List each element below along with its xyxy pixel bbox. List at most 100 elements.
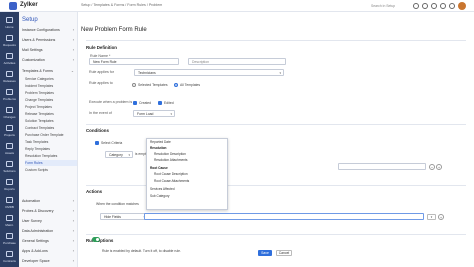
sidebar-item-survey[interactable]: User Survey › bbox=[22, 217, 76, 226]
rail-releases[interactable]: Releases bbox=[0, 68, 19, 88]
rule-applies-for-select[interactable]: Technicians ▾ bbox=[134, 69, 284, 76]
notification-icon[interactable] bbox=[422, 3, 428, 9]
top-bar: Zylker Setup / Templates & Forms / Form … bbox=[0, 0, 474, 12]
event-select[interactable]: Form Load ▾ bbox=[133, 110, 175, 117]
dropdown-group-label: Root Cause bbox=[150, 166, 168, 170]
sidebar-sub-custom-scripts[interactable]: Custom Scripts bbox=[25, 167, 77, 173]
sidebar-item-templates[interactable]: Templates & Forms ⌄ bbox=[22, 67, 76, 76]
chevron-right-icon: › bbox=[72, 28, 74, 32]
avatar[interactable] bbox=[458, 2, 466, 10]
sidebar-sub-contract-templates[interactable]: Contract Templates bbox=[25, 125, 77, 131]
dropdown-option[interactable]: Sub Category bbox=[150, 194, 170, 199]
radio-selected-templates[interactable] bbox=[132, 83, 136, 87]
created-checkbox-label: Created bbox=[139, 100, 152, 105]
dropdown-option[interactable]: Services Affected bbox=[150, 187, 175, 192]
select-criteria-checkbox[interactable] bbox=[95, 141, 99, 145]
sidebar-sub-problem-templates[interactable]: Problem Templates bbox=[25, 90, 77, 96]
app-logo-icon bbox=[9, 2, 17, 10]
event-label: In the event of bbox=[89, 111, 112, 115]
rail-requests[interactable]: Requests bbox=[0, 32, 19, 52]
reports-icon bbox=[6, 179, 13, 185]
releases-icon bbox=[6, 71, 13, 77]
sidebar-item-apps[interactable]: Apps & Add-ons › bbox=[22, 247, 76, 256]
rail-reports[interactable]: Reports bbox=[0, 176, 19, 196]
action-fields-input[interactable] bbox=[144, 213, 424, 220]
cancel-button[interactable]: Cancel bbox=[276, 250, 292, 256]
rail-projects[interactable]: Projects bbox=[0, 122, 19, 142]
sidebar-item-instance[interactable]: Instance Configurations › bbox=[22, 26, 76, 35]
sidebar-sub-solution-templates[interactable]: Solution Templates bbox=[25, 118, 77, 124]
dropdown-option[interactable]: Reported Date bbox=[150, 140, 171, 145]
dropdown-option[interactable]: Root Cause Description bbox=[154, 172, 188, 177]
chevron-right-icon: › bbox=[72, 259, 74, 263]
fields-dropdown: Reported Date Resolution Resolution Desc… bbox=[146, 138, 228, 210]
sidebar-sub-form-rules[interactable]: Form Rules bbox=[25, 160, 77, 166]
setup-sidebar: Setup Instance Configurations › Users & P… bbox=[19, 12, 78, 267]
rail-contracts[interactable]: Contracts bbox=[0, 248, 19, 267]
rule-applies-for-label: Rule applies for bbox=[89, 70, 114, 74]
sidebar-sub-release-templates[interactable]: Release Templates bbox=[25, 111, 77, 117]
page-title: New Problem Form Rule bbox=[81, 27, 147, 33]
add-action-icon[interactable]: + bbox=[438, 213, 444, 220]
dropdown-option[interactable]: Resolution Description bbox=[154, 152, 186, 157]
chevron-right-icon: › bbox=[72, 219, 74, 223]
created-checkbox[interactable] bbox=[133, 101, 137, 105]
apps-icon[interactable] bbox=[449, 3, 455, 9]
sidebar-sub-project-templates[interactable]: Project Templates bbox=[25, 104, 77, 110]
sidebar-sub-purchase-order-template[interactable]: Purchase Order Template bbox=[25, 132, 77, 138]
chevron-down-icon: ▾ bbox=[128, 153, 130, 157]
settings-icon[interactable] bbox=[440, 3, 446, 9]
chevron-right-icon: › bbox=[72, 199, 74, 203]
add-icon[interactable] bbox=[413, 3, 419, 9]
sidebar-sub-resolution-templates[interactable]: Resolution Templates bbox=[25, 153, 77, 159]
dropdown-option[interactable]: Resolution Attachments bbox=[154, 158, 188, 163]
rail-problems[interactable]: Problems bbox=[0, 86, 19, 106]
dropdown-option[interactable]: Root Cause Attachments bbox=[154, 179, 189, 184]
sidebar-sub-task-templates[interactable]: Task Templates bbox=[25, 139, 77, 145]
remove-condition-icon[interactable]: − bbox=[429, 163, 435, 170]
sidebar-item-mail[interactable]: Mail Settings › bbox=[22, 46, 76, 55]
save-button[interactable]: Save bbox=[258, 250, 272, 256]
rail-changes[interactable]: Changes bbox=[0, 104, 19, 124]
rail-assets[interactable]: Assets bbox=[0, 140, 19, 160]
assets-icon bbox=[6, 143, 13, 149]
condition-field-select[interactable]: Category ▾ bbox=[105, 151, 133, 158]
rail-purchase[interactable]: Purchase bbox=[0, 230, 19, 250]
add-condition-icon[interactable]: + bbox=[436, 163, 442, 170]
description-input[interactable]: Description bbox=[188, 58, 286, 65]
contracts-icon bbox=[6, 251, 13, 257]
rule-enabled-toggle[interactable] bbox=[92, 237, 100, 242]
sidebar-item-automation[interactable]: Automation › bbox=[22, 197, 76, 206]
execute-when-label: Execute when a problem is bbox=[89, 100, 133, 104]
chevron-right-icon: › bbox=[72, 209, 74, 213]
chevron-right-icon: › bbox=[72, 38, 74, 42]
chevron-down-icon: ⌄ bbox=[70, 69, 74, 73]
edited-checkbox[interactable] bbox=[158, 101, 162, 105]
sidebar-item-general[interactable]: General Settings › bbox=[22, 237, 76, 246]
sidebar-sub-service-categories[interactable]: Service Categories bbox=[25, 76, 77, 82]
actions-divider bbox=[86, 185, 466, 186]
sidebar-sub-reply-templates[interactable]: Reply Templates bbox=[25, 146, 77, 152]
sidebar-sub-incident-templates[interactable]: Incident Templates bbox=[25, 83, 77, 89]
sidebar-item-users[interactable]: Users & Permissions › bbox=[22, 36, 76, 45]
rail-home[interactable]: Home bbox=[0, 14, 19, 34]
sidebar-item-probes[interactable]: Probes & Discovery › bbox=[22, 207, 76, 216]
sidebar-item-developer[interactable]: Developer Space › bbox=[22, 257, 76, 266]
sidebar-item-data-admin[interactable]: Data Administration › bbox=[22, 227, 76, 236]
sidebar-sub-change-templates[interactable]: Change Templates bbox=[25, 97, 77, 103]
rail-cmdb[interactable]: CMDB bbox=[0, 194, 19, 214]
select-criteria-label: Select Criteria bbox=[101, 140, 123, 145]
title-divider bbox=[86, 40, 466, 41]
breadcrumb[interactable]: Setup / Templates & Forms / Form Rules /… bbox=[81, 3, 162, 7]
rail-maintenance[interactable]: Maint. bbox=[0, 212, 19, 232]
condition-value-input[interactable] bbox=[338, 163, 426, 170]
action-select[interactable]: Hide Fields▾ bbox=[100, 213, 148, 220]
sidebar-item-customization[interactable]: Customization › bbox=[22, 56, 76, 65]
radio-all-templates[interactable] bbox=[174, 83, 178, 87]
search-input[interactable]: Search in Setup bbox=[371, 3, 409, 9]
rail-solutions[interactable]: Solutions bbox=[0, 158, 19, 178]
rule-name-input[interactable]: New Form Rule bbox=[89, 58, 179, 65]
help-icon[interactable] bbox=[431, 3, 437, 9]
rail-activities[interactable]: Activities bbox=[0, 50, 19, 70]
action-menu-button[interactable]: ▾ bbox=[427, 213, 436, 220]
